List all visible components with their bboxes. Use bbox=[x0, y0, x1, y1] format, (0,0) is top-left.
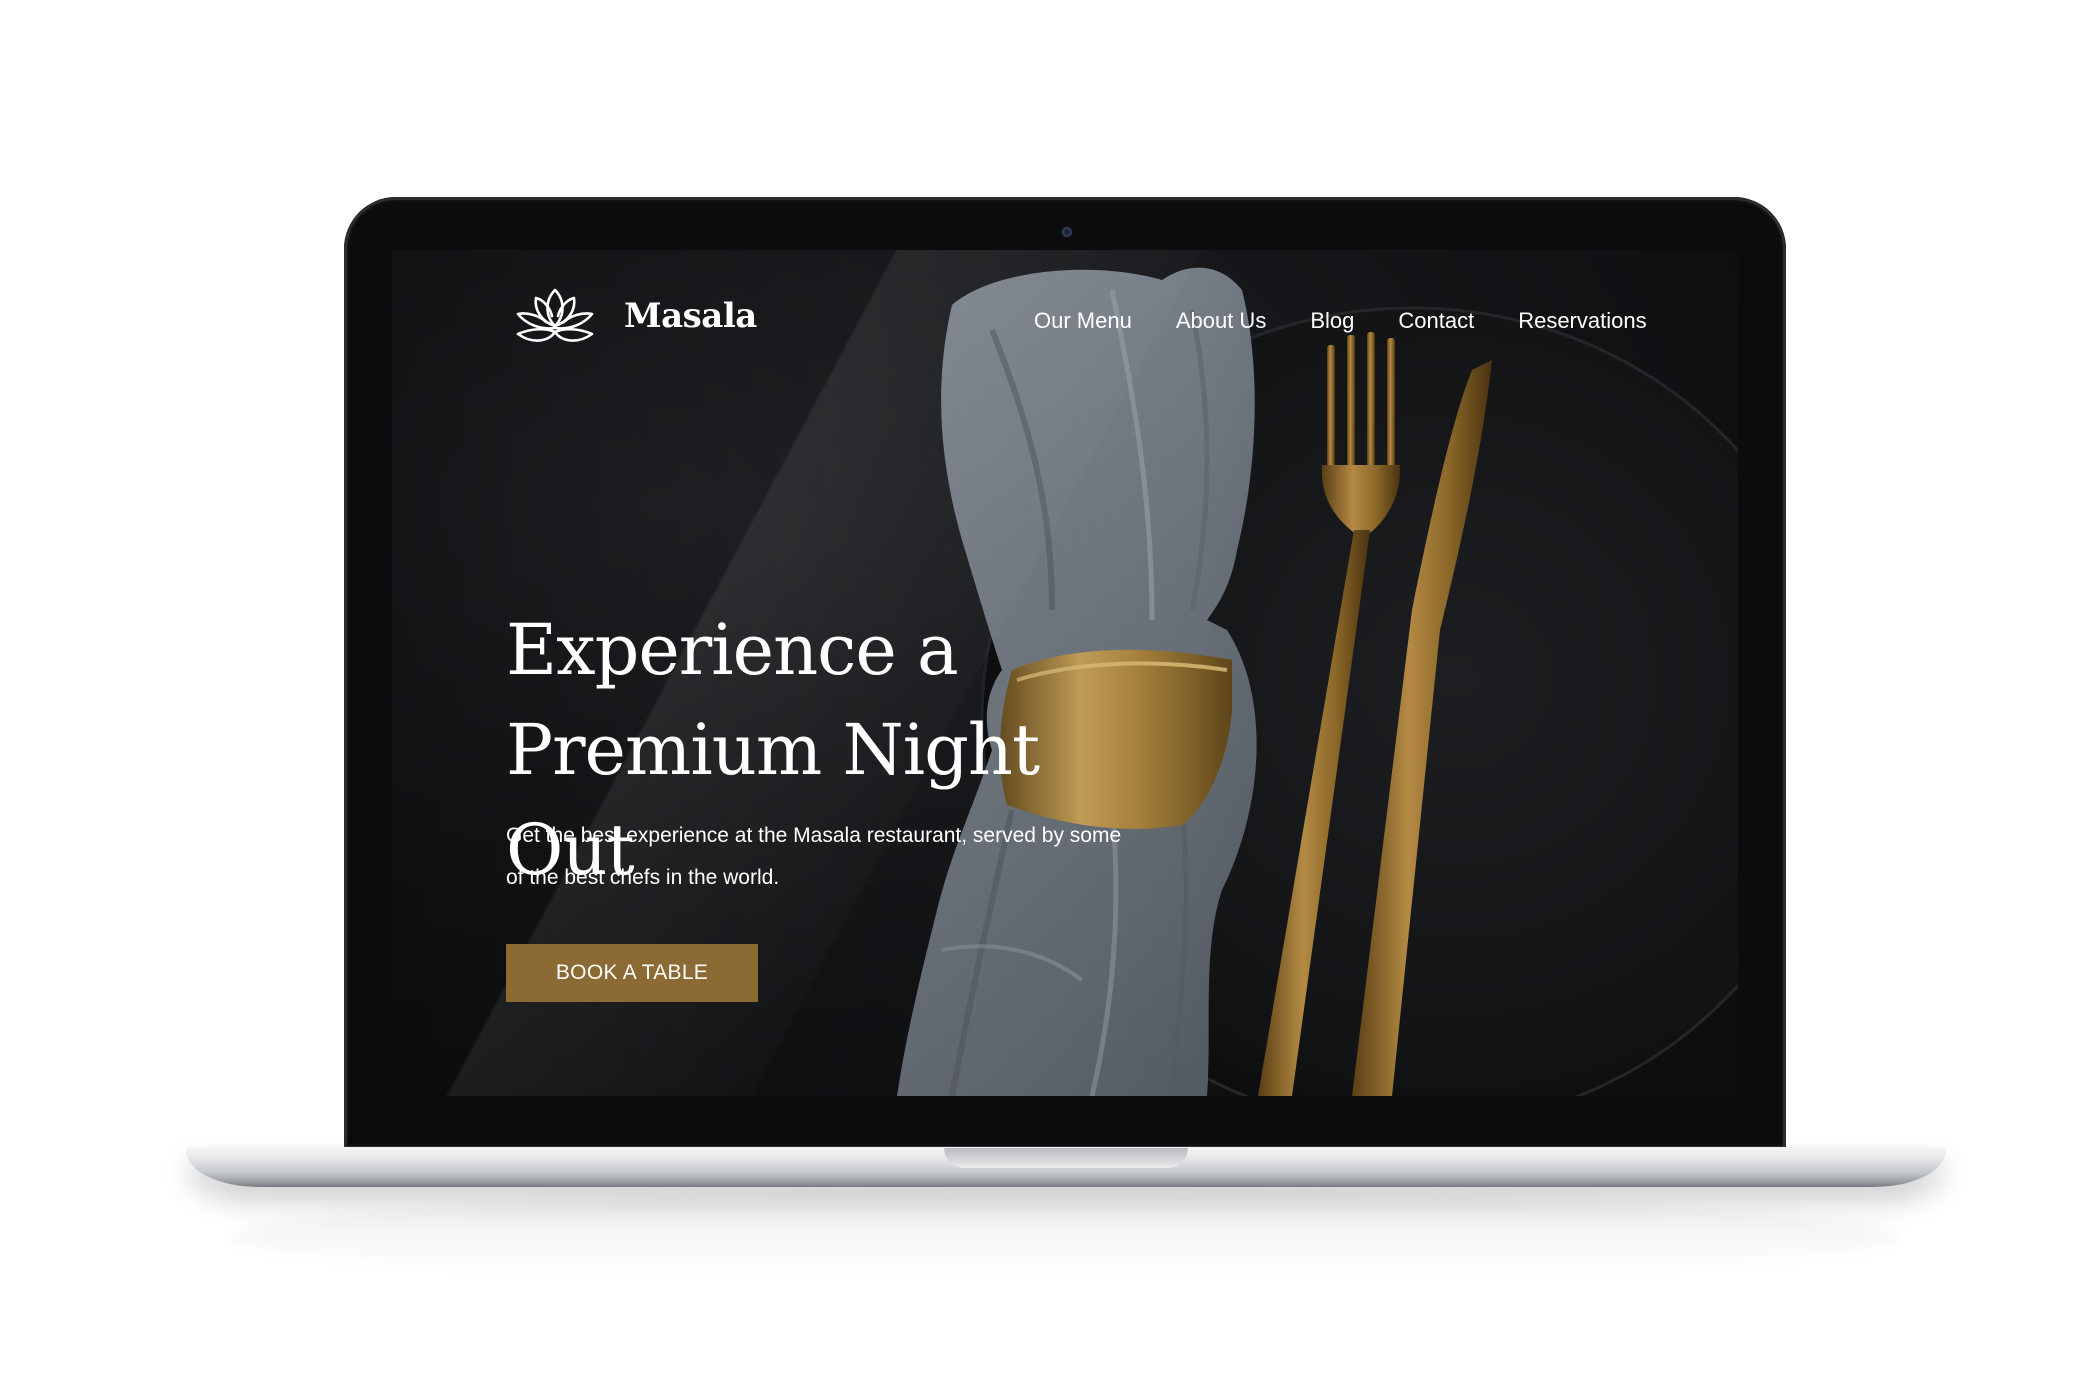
laptop-lid: Masala Our Menu About Us Blog Contact Re… bbox=[344, 197, 1786, 1149]
webcam-icon bbox=[1062, 227, 1072, 237]
hero-subtitle-line-1: Get the best experience at the Masala re… bbox=[506, 824, 1122, 847]
book-table-button[interactable]: BOOK A TABLE bbox=[506, 944, 758, 1002]
laptop-reflection bbox=[230, 1192, 1900, 1282]
site-header: Masala Our Menu About Us Blog Contact Re… bbox=[392, 250, 1738, 360]
lotus-icon[interactable] bbox=[512, 286, 598, 346]
main-nav: Our Menu About Us Blog Contact Reservati… bbox=[1034, 308, 1647, 334]
nav-item-our-menu[interactable]: Our Menu bbox=[1034, 308, 1132, 334]
hero-subtitle: Get the best experience at the Masala re… bbox=[506, 815, 1126, 899]
hero-subtitle-line-2: of the best chefs in the world. bbox=[506, 866, 780, 889]
mockup-stage: Masala Our Menu About Us Blog Contact Re… bbox=[0, 0, 2100, 1400]
laptop-hinge-notch bbox=[944, 1148, 1188, 1168]
nav-item-blog[interactable]: Blog bbox=[1310, 308, 1354, 334]
nav-item-about-us[interactable]: About Us bbox=[1176, 308, 1267, 334]
nav-item-reservations[interactable]: Reservations bbox=[1518, 308, 1646, 334]
laptop-screen: Masala Our Menu About Us Blog Contact Re… bbox=[392, 250, 1738, 1096]
nav-item-contact[interactable]: Contact bbox=[1398, 308, 1474, 334]
brand-name[interactable]: Masala bbox=[624, 296, 757, 336]
hero-title-line-1: Experience a bbox=[506, 609, 959, 691]
